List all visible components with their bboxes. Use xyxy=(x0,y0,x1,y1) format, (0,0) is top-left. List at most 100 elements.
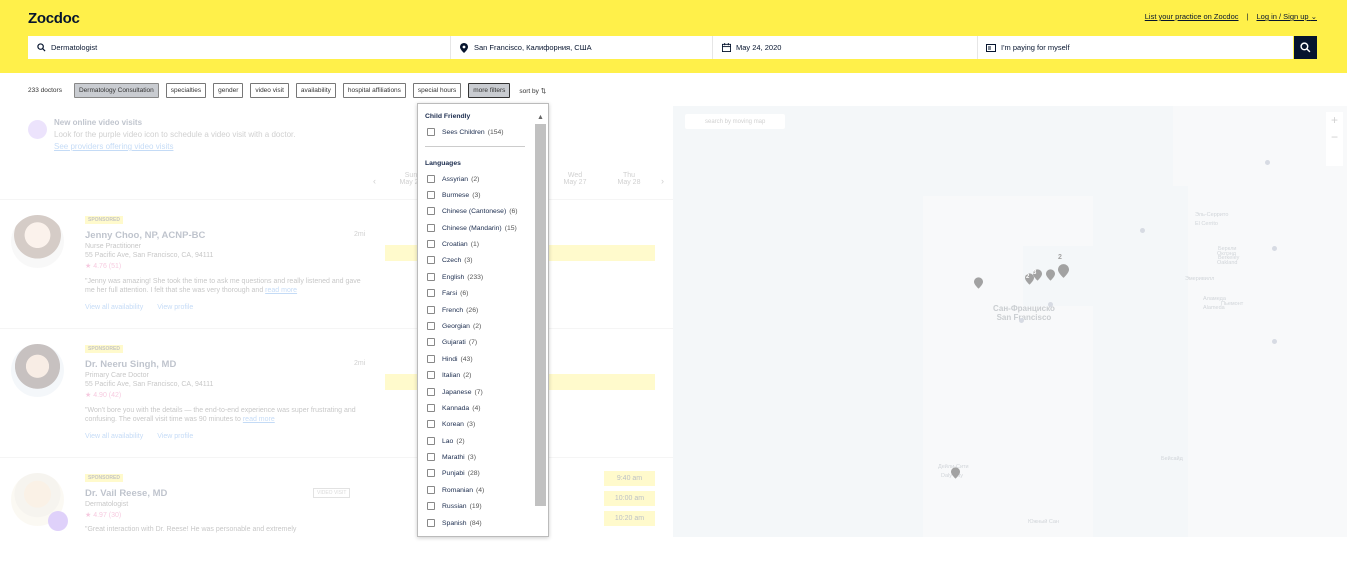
next-days-arrow[interactable]: › xyxy=(661,176,664,186)
prev-days-arrow[interactable]: ‹ xyxy=(373,176,376,186)
filter-specialties[interactable]: specialties xyxy=(165,83,207,98)
checkbox[interactable] xyxy=(427,486,435,494)
filter-hospital-affiliations[interactable]: hospital affiliations xyxy=(342,83,406,98)
view-profile-link[interactable]: View profile xyxy=(157,433,193,440)
doctor-name[interactable]: Dr. Neeru Singh, MD xyxy=(85,359,176,370)
checkbox[interactable] xyxy=(427,388,435,396)
zoom-in-button[interactable]: + xyxy=(1326,112,1343,129)
map-pin[interactable] xyxy=(1058,264,1069,278)
scrollbar-thumb[interactable] xyxy=(535,124,546,506)
login-signup-link[interactable]: Log in / Sign up ⌄ xyxy=(1256,12,1317,21)
language-option[interactable]: Czech (3) xyxy=(427,256,473,264)
language-option[interactable]: Chinese (Mandarin) (15) xyxy=(427,224,517,232)
language-option[interactable]: Spanish (84) xyxy=(427,519,482,527)
language-option[interactable]: Russian (19) xyxy=(427,502,482,510)
time-slot[interactable]: 10:20 am xyxy=(604,511,655,526)
specialty-field[interactable]: Dermatologist xyxy=(28,36,451,59)
scroll-up-arrow-icon[interactable]: ▲ xyxy=(535,112,546,123)
view-availability-link[interactable]: View all availability xyxy=(85,433,143,440)
checkbox[interactable] xyxy=(427,502,435,510)
checkbox[interactable] xyxy=(427,469,435,477)
language-option[interactable]: Marathi (3) xyxy=(427,453,476,461)
doctor-avatar[interactable] xyxy=(11,344,64,397)
language-option[interactable]: Punjabi (28) xyxy=(427,469,480,477)
view-profile-link[interactable]: View profile xyxy=(157,304,193,311)
language-option[interactable]: Italian (2) xyxy=(427,371,471,379)
checkbox[interactable] xyxy=(427,256,435,264)
view-availability-link[interactable]: View all availability xyxy=(85,304,143,311)
language-option[interactable]: Gujarati (7) xyxy=(427,338,477,346)
doctor-name[interactable]: Jenny Choo, NP, ACNP-BC xyxy=(85,230,205,241)
filter-video-visit[interactable]: video visit xyxy=(250,83,289,98)
language-option[interactable]: Farsi (6) xyxy=(427,289,468,297)
language-option[interactable]: Georgian (2) xyxy=(427,322,481,330)
language-option[interactable]: Korean (3) xyxy=(427,420,475,428)
checkbox[interactable] xyxy=(427,273,435,281)
map-dot[interactable] xyxy=(1140,228,1145,233)
checkbox[interactable] xyxy=(427,420,435,428)
checkbox[interactable] xyxy=(427,322,435,330)
checkbox[interactable] xyxy=(427,338,435,346)
time-slot[interactable]: 9:40 am xyxy=(604,471,655,486)
map-pin[interactable] xyxy=(1046,268,1055,281)
checkbox[interactable] xyxy=(427,355,435,363)
time-slot[interactable]: 10:00 am xyxy=(604,491,655,506)
doctor-name[interactable]: Dr. Vail Reese, MD xyxy=(85,488,167,499)
option-sees-children[interactable]: Sees Children (154) xyxy=(427,128,504,136)
map-pin[interactable] xyxy=(951,466,960,479)
more-filters-dropdown[interactable]: Child Friendly Sees Children (154) Langua… xyxy=(417,103,549,537)
language-option[interactable]: French (26) xyxy=(427,306,478,314)
doctor-avatar[interactable] xyxy=(11,215,64,268)
checkbox[interactable] xyxy=(427,224,435,232)
doctor-card[interactable]: SPONSORED Jenny Choo, NP, ACNP-BC Nurse … xyxy=(0,199,673,328)
map[interactable]: search by moving map + − Сан-Франциско San… xyxy=(673,106,1347,537)
insurance-field[interactable]: I'm paying for myself xyxy=(978,36,1293,59)
zoom-controls[interactable]: + − xyxy=(1326,112,1343,166)
checkbox[interactable] xyxy=(427,519,435,527)
language-option[interactable]: Japanese (7) xyxy=(427,388,483,396)
banner-link[interactable]: See providers offering video visits xyxy=(54,142,173,151)
checkbox[interactable] xyxy=(427,371,435,379)
filter-gender[interactable]: gender xyxy=(213,83,244,98)
map-dot[interactable] xyxy=(1019,318,1024,323)
map-dot[interactable] xyxy=(1272,339,1277,344)
language-option[interactable]: Croatian (1) xyxy=(427,240,479,248)
map-pin[interactable] xyxy=(974,276,983,289)
checkbox[interactable] xyxy=(427,207,435,215)
language-option[interactable]: Assyrian (2) xyxy=(427,175,479,183)
filter-availability[interactable]: availability xyxy=(295,83,336,98)
language-option[interactable]: Chinese (Cantonese) (6) xyxy=(427,207,518,215)
checkbox[interactable] xyxy=(427,175,435,183)
location-field[interactable]: San Francisco, Калифорния, США xyxy=(451,36,713,59)
read-more-link[interactable]: read more xyxy=(243,416,275,423)
language-option[interactable]: Hindi (43) xyxy=(427,355,473,363)
search-button[interactable] xyxy=(1294,36,1317,59)
filter-more-filters[interactable]: more filters xyxy=(468,83,511,98)
sort-by-button[interactable]: sort by ⇅ xyxy=(519,87,546,95)
language-option[interactable]: English (233) xyxy=(427,273,483,281)
language-option[interactable]: Lao (2) xyxy=(427,437,465,445)
date-field[interactable]: May 24, 2020 xyxy=(713,36,978,59)
checkbox[interactable] xyxy=(427,289,435,297)
zocdoc-logo[interactable]: Zocdoc xyxy=(28,10,80,27)
language-option[interactable]: Romanian (4) xyxy=(427,486,484,494)
read-more-link[interactable]: read more xyxy=(265,287,297,294)
list-practice-link[interactable]: List your practice on Zocdoc xyxy=(1145,12,1239,21)
checkbox[interactable] xyxy=(427,437,435,445)
checkbox[interactable] xyxy=(427,453,435,461)
zoom-out-button[interactable]: − xyxy=(1326,129,1343,146)
checkbox[interactable] xyxy=(427,191,435,199)
checkbox[interactable] xyxy=(427,404,435,412)
filter-visit-reason[interactable]: Dermatology Consultation xyxy=(73,83,159,98)
filter-special-hours[interactable]: special hours xyxy=(412,83,462,98)
checkbox[interactable] xyxy=(427,240,435,248)
doctor-card[interactable]: SPONSORED Dr. Neeru Singh, MD Primary Ca… xyxy=(0,328,673,457)
language-option[interactable]: Burmese (3) xyxy=(427,191,481,199)
map-dot[interactable] xyxy=(1272,246,1277,251)
language-option[interactable]: Kannada (4) xyxy=(427,404,481,412)
doctor-card[interactable]: SPONSORED Dr. Vail Reese, MD VIDEO VISIT… xyxy=(0,457,673,586)
checkbox[interactable] xyxy=(427,128,435,136)
map-dot[interactable] xyxy=(1048,302,1053,307)
map-dot[interactable] xyxy=(1265,160,1270,165)
search-by-moving-map-toggle[interactable]: search by moving map xyxy=(685,114,785,129)
